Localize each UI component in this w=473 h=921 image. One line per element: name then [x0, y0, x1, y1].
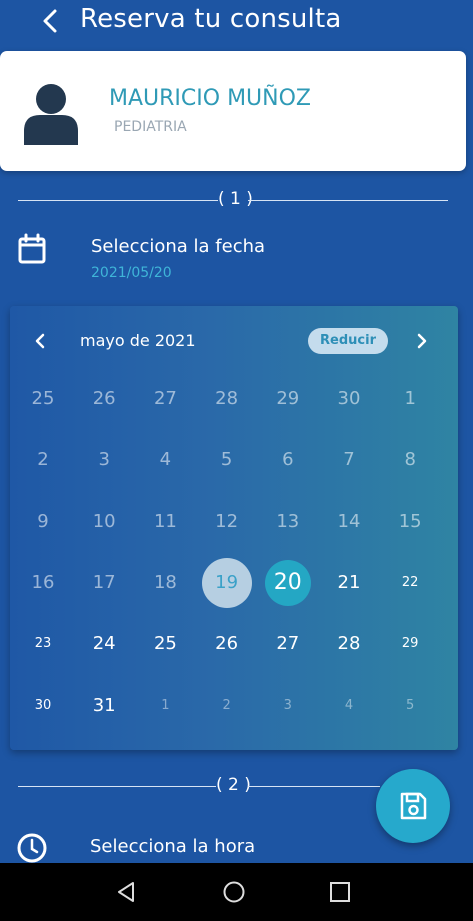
back-chevron-icon[interactable] [38, 6, 62, 36]
calendar-day[interactable]: 23 [18, 619, 68, 669]
calendar-day[interactable]: 3 [263, 681, 313, 731]
calendar-day[interactable]: 18 [140, 558, 190, 608]
clock-icon [17, 833, 47, 863]
calendar-day[interactable]: 3 [79, 435, 129, 485]
calendar-day[interactable]: 14 [324, 497, 374, 547]
calendar-day[interactable]: 5 [385, 681, 435, 731]
calendar-month-label: mayo de 2021 [80, 331, 196, 350]
user-avatar-icon [24, 84, 78, 145]
step1-title: Selecciona la fecha [91, 236, 266, 257]
calendar-day[interactable]: 26 [79, 374, 129, 424]
calendar-day[interactable]: 21 [324, 558, 374, 608]
calendar-day[interactable]: 13 [263, 497, 313, 547]
step2-divider-right [248, 786, 380, 787]
doctor-specialty: PEDIATRIA [114, 119, 187, 135]
calendar-day[interactable]: 28 [324, 619, 374, 669]
calendar-day[interactable]: 22 [385, 558, 435, 608]
calendar-day[interactable]: 12 [202, 497, 252, 547]
calendar-day[interactable]: 28 [202, 374, 252, 424]
step2-title: Selecciona la hora [90, 836, 256, 857]
calendar-day[interactable]: 4 [324, 681, 374, 731]
step1-divider-left [18, 200, 218, 201]
calendar-day[interactable]: 30 [324, 374, 374, 424]
doctor-card: MAURICIO MUÑOZ PEDIATRIA [0, 51, 466, 171]
step1-number: ( 1 ) [218, 189, 253, 209]
step2-divider-left [18, 786, 216, 787]
calendar-day[interactable]: 1 [140, 681, 190, 731]
calendar-day[interactable]: 5 [202, 435, 252, 485]
prev-month-chevron-icon[interactable] [32, 331, 48, 351]
calendar-day[interactable]: 30 [18, 681, 68, 731]
calendar-day[interactable]: 26 [202, 619, 252, 669]
calendar-day[interactable]: 8 [385, 435, 435, 485]
calendar-day[interactable]: 25 [18, 374, 68, 424]
calendar-day[interactable]: 20 [264, 559, 311, 606]
calendar-day[interactable]: 4 [140, 435, 190, 485]
system-nav-bar [0, 863, 473, 921]
calendar-day[interactable]: 15 [385, 497, 435, 547]
step1-divider-right [248, 200, 448, 201]
calendar-day[interactable]: 10 [79, 497, 129, 547]
calendar-day[interactable]: 24 [79, 619, 129, 669]
doctor-name: MAURICIO MUÑOZ [109, 86, 311, 111]
calendar-day[interactable]: 25 [140, 619, 190, 669]
reduce-calendar-button[interactable]: Reducir [308, 328, 388, 354]
app-header: Reserva tu consulta [0, 0, 473, 44]
calendar-day[interactable]: 31 [79, 681, 129, 731]
calendar-day[interactable]: 1 [385, 374, 435, 424]
save-button[interactable] [376, 769, 450, 843]
calendar-day[interactable]: 6 [263, 435, 313, 485]
calendar-day[interactable]: 29 [385, 619, 435, 669]
calendar-day[interactable]: 27 [140, 374, 190, 424]
circle-home-icon[interactable] [222, 880, 246, 904]
selected-date: 2021/05/20 [91, 265, 172, 281]
calendar-day[interactable]: 19 [201, 557, 252, 608]
calendar-day[interactable]: 17 [79, 558, 129, 608]
next-month-chevron-icon[interactable] [414, 331, 430, 351]
triangle-back-icon[interactable] [114, 880, 138, 904]
square-recents-icon[interactable] [328, 880, 352, 904]
page-title: Reserva tu consulta [80, 4, 342, 34]
calendar-day[interactable]: 29 [263, 374, 313, 424]
calendar-day[interactable]: 2 [18, 435, 68, 485]
calendar-day[interactable]: 16 [18, 558, 68, 608]
step2-number: ( 2 ) [216, 775, 251, 795]
calendar-day[interactable]: 7 [324, 435, 374, 485]
save-icon [400, 792, 427, 820]
calendar-day[interactable]: 27 [263, 619, 313, 669]
calendar-day[interactable]: 11 [140, 497, 190, 547]
calendar-widget: mayo de 2021 Reducir 25 26 27 28 29 30 1 2 3 4 5 6 7… [10, 306, 458, 750]
calendar-day[interactable]: 9 [18, 497, 68, 547]
calendar-day[interactable]: 2 [202, 681, 252, 731]
calendar-icon [18, 233, 46, 264]
